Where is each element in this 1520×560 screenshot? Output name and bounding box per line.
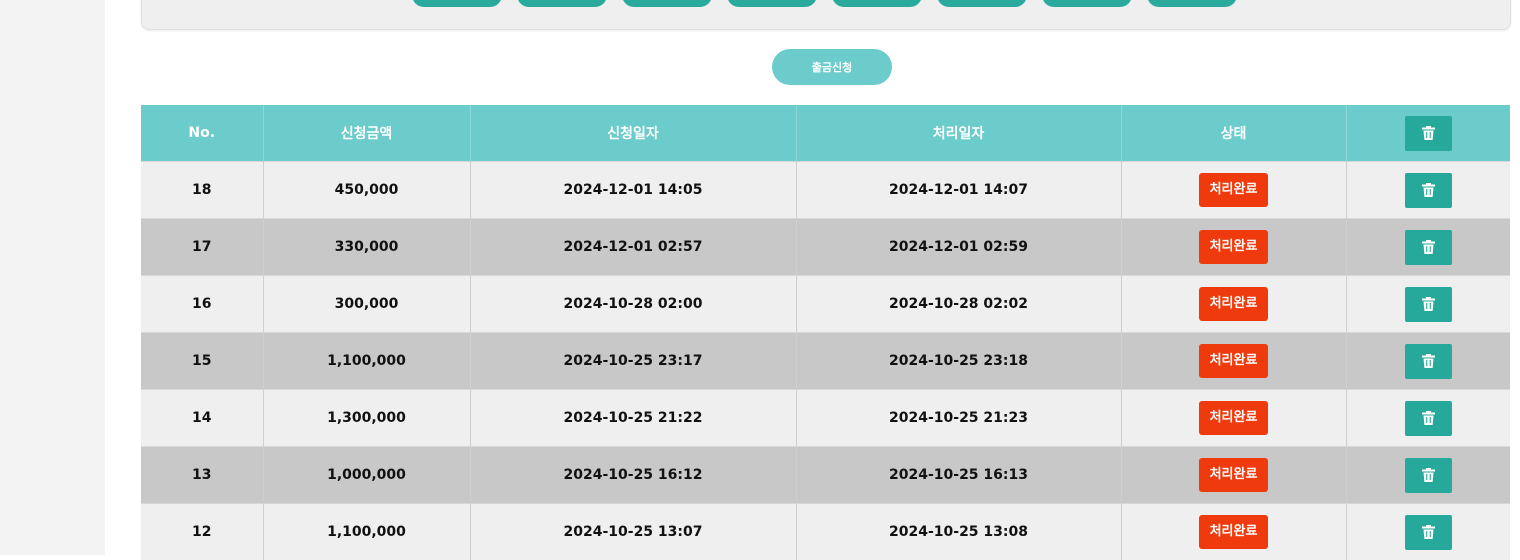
status-badge: 처리완료 [1199, 401, 1269, 435]
filter-button[interactable] [727, 0, 817, 7]
cell-process-date: 2024-10-25 21:23 [796, 390, 1121, 447]
cell-amount: 1,100,000 [263, 504, 470, 560]
cell-request-date: 2024-10-25 21:22 [470, 390, 796, 447]
header-status: 상태 [1121, 105, 1346, 162]
cell-amount: 1,300,000 [263, 390, 470, 447]
filter-button[interactable] [937, 0, 1027, 7]
filter-button[interactable] [622, 0, 712, 7]
table-header-row: No. 신청금액 신청일자 처리일자 상태 [141, 105, 1510, 162]
cell-no: 18 [141, 162, 263, 219]
table-row: 16 300,000 2024-10-28 02:00 2024-10-28 0… [141, 276, 1510, 333]
filter-button[interactable] [412, 0, 502, 7]
cell-amount: 450,000 [263, 162, 470, 219]
status-badge: 처리완료 [1199, 344, 1269, 378]
filter-button[interactable] [1042, 0, 1132, 7]
trash-icon [1422, 468, 1435, 482]
cell-status: 처리완료 [1121, 333, 1346, 390]
trash-icon [1422, 183, 1435, 197]
cell-process-date: 2024-12-01 02:59 [796, 219, 1121, 276]
cell-amount: 1,000,000 [263, 447, 470, 504]
cell-delete [1346, 333, 1510, 390]
filter-panel [141, 0, 1511, 30]
cell-status: 처리완료 [1121, 504, 1346, 560]
trash-icon [1422, 297, 1435, 311]
trash-icon [1422, 240, 1435, 254]
delete-button[interactable] [1405, 401, 1452, 436]
cell-process-date: 2024-10-25 13:08 [796, 504, 1121, 560]
table-row: 13 1,000,000 2024-10-25 16:12 2024-10-25… [141, 447, 1510, 504]
delete-all-button[interactable] [1405, 116, 1452, 151]
cell-amount: 1,100,000 [263, 333, 470, 390]
header-process-date: 처리일자 [796, 105, 1121, 162]
header-no: No. [141, 105, 263, 162]
header-delete [1346, 105, 1510, 162]
trash-icon [1422, 411, 1435, 425]
cell-no: 14 [141, 390, 263, 447]
delete-button[interactable] [1405, 173, 1452, 208]
cell-no: 17 [141, 219, 263, 276]
status-badge: 처리완료 [1199, 287, 1269, 321]
delete-button[interactable] [1405, 230, 1452, 265]
filter-button[interactable] [1147, 0, 1237, 7]
cell-status: 처리완료 [1121, 276, 1346, 333]
filter-button[interactable] [517, 0, 607, 7]
status-badge: 처리완료 [1199, 173, 1269, 207]
table-row: 14 1,300,000 2024-10-25 21:22 2024-10-25… [141, 390, 1510, 447]
status-badge: 처리완료 [1199, 515, 1269, 549]
delete-button[interactable] [1405, 458, 1452, 493]
cell-delete [1346, 504, 1510, 560]
withdrawal-table: No. 신청금액 신청일자 처리일자 상태 18 450,000 2024-12… [141, 105, 1510, 560]
delete-button[interactable] [1405, 515, 1452, 550]
cell-status: 처리완료 [1121, 219, 1346, 276]
cell-no: 12 [141, 504, 263, 560]
table-row: 12 1,100,000 2024-10-25 13:07 2024-10-25… [141, 504, 1510, 560]
cell-amount: 300,000 [263, 276, 470, 333]
cell-process-date: 2024-10-28 02:02 [796, 276, 1121, 333]
header-amount: 신청금액 [263, 105, 470, 162]
cell-delete [1346, 219, 1510, 276]
cell-process-date: 2024-12-01 14:07 [796, 162, 1121, 219]
cell-request-date: 2024-10-25 13:07 [470, 504, 796, 560]
cell-request-date: 2024-10-28 02:00 [470, 276, 796, 333]
cell-request-date: 2024-12-01 02:57 [470, 219, 796, 276]
filter-button[interactable] [832, 0, 922, 7]
table-row: 18 450,000 2024-12-01 14:05 2024-12-01 1… [141, 162, 1510, 219]
delete-button[interactable] [1405, 344, 1452, 379]
cell-request-date: 2024-12-01 14:05 [470, 162, 796, 219]
cell-process-date: 2024-10-25 16:13 [796, 447, 1121, 504]
cell-status: 처리완료 [1121, 162, 1346, 219]
trash-icon [1422, 525, 1435, 539]
header-request-date: 신청일자 [470, 105, 796, 162]
cell-delete [1346, 276, 1510, 333]
cell-amount: 330,000 [263, 219, 470, 276]
status-badge: 처리완료 [1199, 458, 1269, 492]
delete-button[interactable] [1405, 287, 1452, 322]
table-row: 15 1,100,000 2024-10-25 23:17 2024-10-25… [141, 333, 1510, 390]
left-sidebar [0, 0, 105, 555]
cell-status: 처리완료 [1121, 447, 1346, 504]
cell-no: 15 [141, 333, 263, 390]
table-row: 17 330,000 2024-12-01 02:57 2024-12-01 0… [141, 219, 1510, 276]
cell-process-date: 2024-10-25 23:18 [796, 333, 1121, 390]
cell-no: 16 [141, 276, 263, 333]
cell-delete [1346, 390, 1510, 447]
withdraw-request-button[interactable]: 출금신청 [772, 49, 892, 85]
cell-request-date: 2024-10-25 16:12 [470, 447, 796, 504]
status-badge: 처리완료 [1199, 230, 1269, 264]
cell-delete [1346, 447, 1510, 504]
cell-delete [1346, 162, 1510, 219]
cell-status: 처리완료 [1121, 390, 1346, 447]
cell-no: 13 [141, 447, 263, 504]
trash-icon [1422, 126, 1435, 140]
trash-icon [1422, 354, 1435, 368]
cell-request-date: 2024-10-25 23:17 [470, 333, 796, 390]
